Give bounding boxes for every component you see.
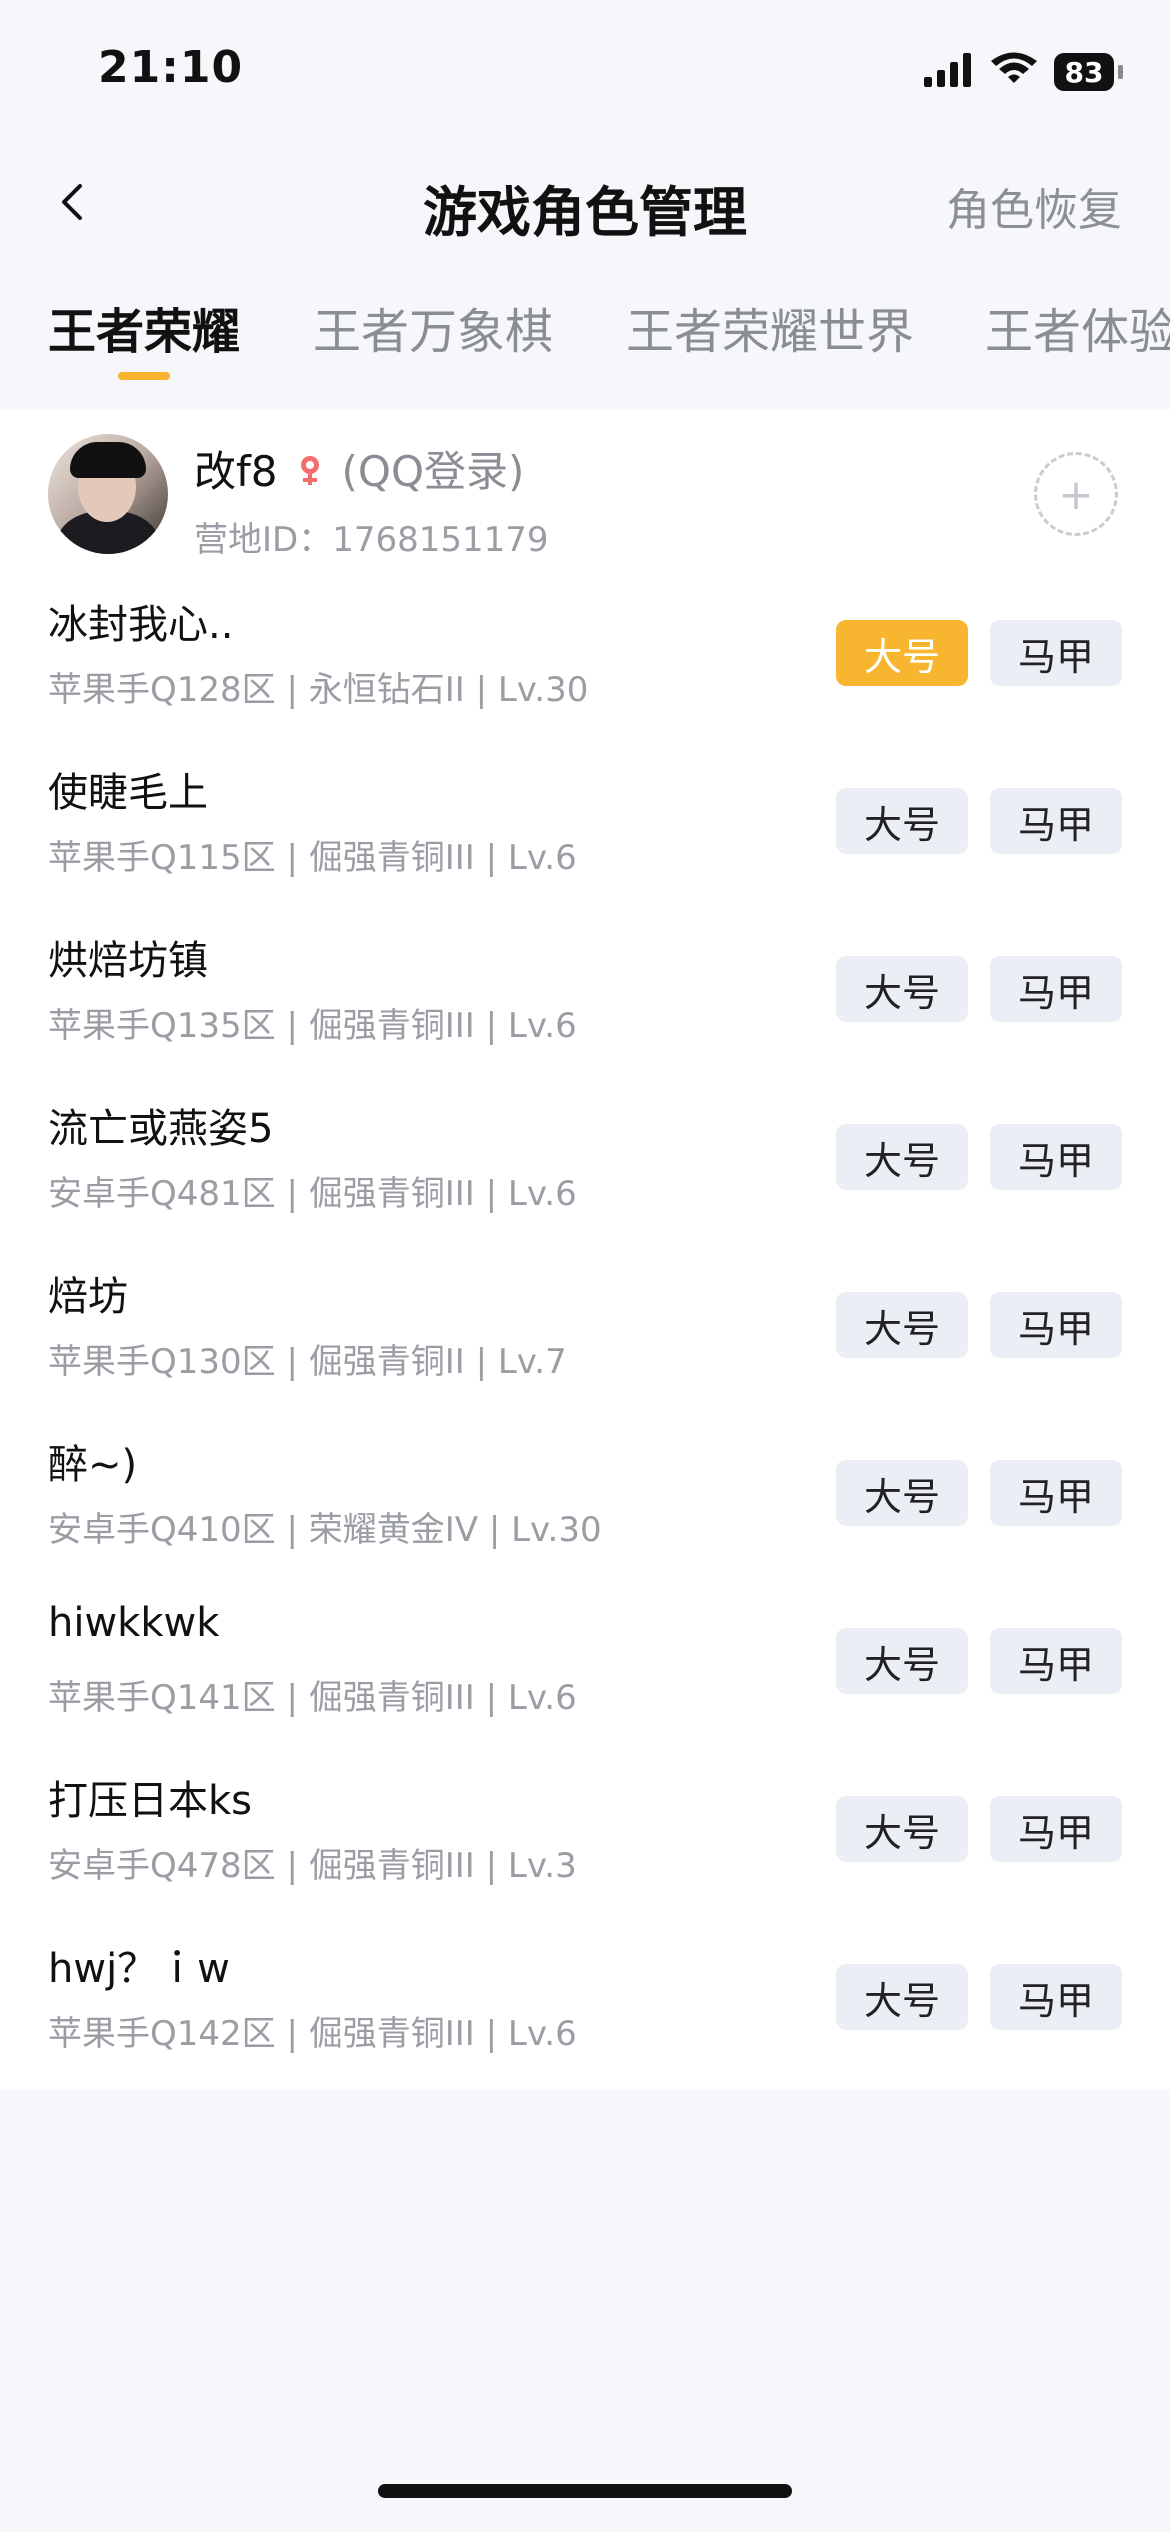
role-restore-button[interactable]: 角色恢复 <box>946 174 1122 238</box>
role-list: 冰封我心.. 苹果手Q128区 | 永恒钻石II | Lv.30 大号 马甲 使… <box>0 578 1170 2090</box>
role-actions: 大号 马甲 <box>836 788 1122 854</box>
role-row: hiwkkwk 苹果手Q141区 | 倔强青铜III | Lv.6 大号 马甲 <box>0 1586 1170 1754</box>
status-time: 21:10 <box>98 42 244 93</box>
role-actions: 大号 马甲 <box>836 1964 1122 2030</box>
role-meta: 苹果手Q128区 | 永恒钻石II | Lv.30 <box>48 670 589 710</box>
role-meta: 安卓手Q410区 | 荣耀黄金IV | Lv.30 <box>48 1510 602 1550</box>
role-row: 流亡或燕姿5 安卓手Q481区 | 倔强青铜III | Lv.6 大号 马甲 <box>0 1082 1170 1250</box>
role-meta: 苹果手Q141区 | 倔强青铜III | Lv.6 <box>48 1678 577 1718</box>
role-row: 烘焙坊镇 苹果手Q135区 | 倔强青铜III | Lv.6 大号 马甲 <box>0 914 1170 1082</box>
plus-icon: + <box>1058 469 1094 519</box>
role-row: 冰封我心.. 苹果手Q128区 | 永恒钻石II | Lv.30 大号 马甲 <box>0 578 1170 746</box>
alt-account-button[interactable]: 马甲 <box>990 788 1122 854</box>
role-meta: 苹果手Q115区 | 倔强青铜III | Lv.6 <box>48 838 577 878</box>
active-tab-indicator <box>118 372 170 380</box>
role-meta: 安卓手Q478区 | 倔强青铜III | Lv.3 <box>48 1846 577 1886</box>
role-actions: 大号 马甲 <box>836 620 1122 686</box>
profile-name: 改f8 <box>194 447 278 496</box>
cellular-signal-icon <box>924 53 974 91</box>
alt-account-button[interactable]: 马甲 <box>990 1292 1122 1358</box>
main-account-button[interactable]: 大号 <box>836 1628 968 1694</box>
status-bar: 21:10 83 <box>0 0 1170 140</box>
role-name: 流亡或燕姿5 <box>48 1106 274 1152</box>
role-name: 醉~) <box>48 1442 138 1488</box>
main-account-button[interactable]: 大号 <box>836 1796 968 1862</box>
alt-account-button[interactable]: 马甲 <box>990 1964 1122 2030</box>
game-tabs: 王者荣耀 王者万象棋 王者荣耀世界 王者体验 <box>0 280 1170 410</box>
role-actions: 大号 马甲 <box>836 1628 1122 1694</box>
role-meta: 安卓手Q481区 | 倔强青铜III | Lv.6 <box>48 1174 577 1214</box>
role-name: 使睫毛上 <box>48 770 208 816</box>
account-profile: 改f8 (QQ登录) 营地ID：1768151179 + <box>48 434 1122 560</box>
tab-experience[interactable]: 王者体验 <box>985 292 1170 362</box>
role-actions: 大号 马甲 <box>836 1292 1122 1358</box>
role-name: 焙坊 <box>48 1274 128 1320</box>
battery-icon: 83 <box>1054 53 1123 91</box>
role-row: 焙坊 苹果手Q130区 | 倔强青铜II | Lv.7 大号 马甲 <box>0 1250 1170 1418</box>
role-name: 冰封我心.. <box>48 602 234 648</box>
role-meta: 苹果手Q135区 | 倔强青铜III | Lv.6 <box>48 1006 577 1046</box>
status-icons: 83 <box>924 52 1123 92</box>
main-account-button[interactable]: 大号 <box>836 1964 968 2030</box>
role-row: 醉~) 安卓手Q410区 | 荣耀黄金IV | Lv.30 大号 马甲 <box>0 1418 1170 1586</box>
role-name: 打压日本ks <box>48 1778 253 1824</box>
tab-honor-of-kings-world[interactable]: 王者荣耀世界 <box>626 292 914 362</box>
role-meta: 苹果手Q142区 | 倔强青铜III | Lv.6 <box>48 2014 577 2054</box>
main-account-button[interactable]: 大号 <box>836 1292 968 1358</box>
camp-id: 营地ID：1768151179 <box>194 520 549 560</box>
main-account-button[interactable]: 大号 <box>836 956 968 1022</box>
role-meta: 苹果手Q130区 | 倔强青铜II | Lv.7 <box>48 1342 567 1382</box>
role-actions: 大号 马甲 <box>836 956 1122 1022</box>
main-account-button[interactable]: 大号 <box>836 1124 968 1190</box>
add-role-button[interactable]: + <box>1034 452 1118 536</box>
alt-account-button[interactable]: 马甲 <box>990 1124 1122 1190</box>
role-row: 使睫毛上 苹果手Q115区 | 倔强青铜III | Lv.6 大号 马甲 <box>0 746 1170 914</box>
role-name: hwj？ｉw <box>48 1946 230 1992</box>
tab-wanxiang-chess[interactable]: 王者万象棋 <box>313 292 553 362</box>
alt-account-button[interactable]: 马甲 <box>990 1628 1122 1694</box>
role-management-panel: 改f8 (QQ登录) 营地ID：1768151179 + 冰封我心.. 苹果手Q… <box>0 410 1170 2090</box>
role-actions: 大号 马甲 <box>836 1796 1122 1862</box>
alt-account-button[interactable]: 马甲 <box>990 1460 1122 1526</box>
alt-account-button[interactable]: 马甲 <box>990 620 1122 686</box>
navigation-bar: 游戏角色管理 角色恢复 <box>0 140 1170 270</box>
role-row: hwj？ｉw 苹果手Q142区 | 倔强青铜III | Lv.6 大号 马甲 <box>0 1922 1170 2090</box>
role-name: hiwkkwk <box>48 1600 220 1646</box>
avatar <box>48 434 168 554</box>
role-row: 打压日本ks 安卓手Q478区 | 倔强青铜III | Lv.3 大号 马甲 <box>0 1754 1170 1922</box>
wifi-icon <box>990 52 1038 92</box>
female-icon <box>292 451 328 487</box>
login-method-label: (QQ登录) <box>341 447 525 496</box>
role-actions: 大号 马甲 <box>836 1124 1122 1190</box>
main-account-button[interactable]: 大号 <box>836 620 968 686</box>
main-account-button[interactable]: 大号 <box>836 1460 968 1526</box>
profile-name-row: 改f8 (QQ登录) <box>194 438 524 499</box>
alt-account-button[interactable]: 马甲 <box>990 956 1122 1022</box>
alt-account-button[interactable]: 马甲 <box>990 1796 1122 1862</box>
role-actions: 大号 马甲 <box>836 1460 1122 1526</box>
home-indicator <box>378 2484 792 2498</box>
tab-honor-of-kings[interactable]: 王者荣耀 <box>48 292 240 362</box>
main-account-button[interactable]: 大号 <box>836 788 968 854</box>
role-name: 烘焙坊镇 <box>48 938 208 984</box>
